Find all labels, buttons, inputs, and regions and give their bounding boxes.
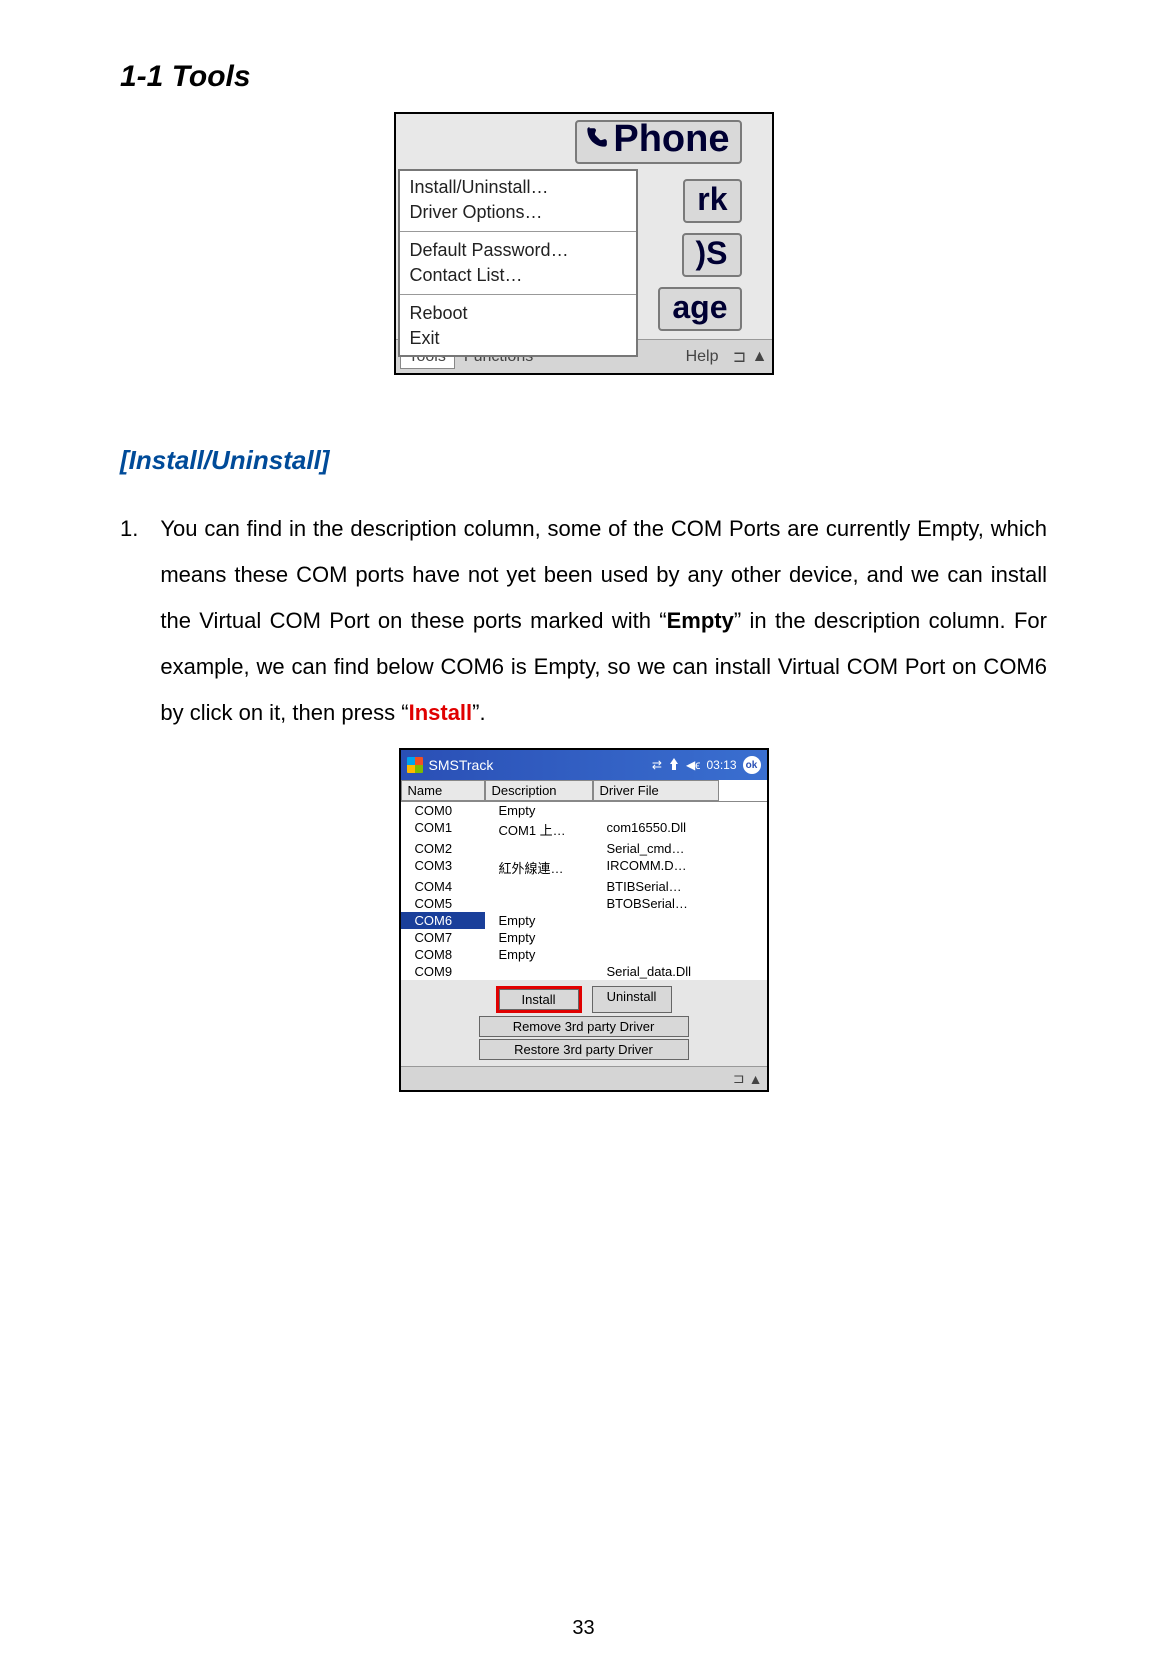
background-tab[interactable]: )S <box>682 233 742 277</box>
button-row: Install Uninstall <box>401 980 767 1015</box>
menu-separator <box>400 231 636 232</box>
emphasis-install: Install <box>409 700 473 725</box>
table-cell: BTIBSerial… <box>593 878 719 895</box>
keyboard-icon[interactable]: ⊐ <box>728 347 752 367</box>
table-cell: com16550.Dll <box>593 819 719 840</box>
table-cell: Empty <box>485 802 593 819</box>
table-body: COM0EmptyCOM1COM1 上…com16550.DllCOM2Seri… <box>401 802 767 980</box>
menu-separator <box>400 294 636 295</box>
remove-3rd-party-button[interactable]: Remove 3rd party Driver <box>479 1016 689 1037</box>
phone-button-label: Phone <box>613 118 729 161</box>
table-cell: COM1 上… <box>485 819 593 840</box>
smstrack-window: SMSTrack ⇄ ◀ϵ 03:13 ok Name Description … <box>399 748 769 1092</box>
speaker-icon: ◀ϵ <box>686 758 701 772</box>
table-cell: COM1 <box>401 819 485 840</box>
up-triangle-icon[interactable]: ▲ <box>749 1071 763 1087</box>
table-cell: COM4 <box>401 878 485 895</box>
install-highlight-box: Install <box>496 986 582 1013</box>
background-tab[interactable]: rk <box>683 179 741 223</box>
menu-item-reboot[interactable]: Reboot <box>400 301 636 326</box>
col-name[interactable]: Name <box>401 780 485 801</box>
up-triangle-icon[interactable]: ▲ <box>752 348 768 366</box>
table-row[interactable]: COM0Empty <box>401 802 767 819</box>
emphasis-empty: Empty <box>667 608 734 633</box>
table-cell <box>485 840 593 857</box>
window-title: SMSTrack <box>429 757 494 773</box>
title-bar: SMSTrack ⇄ ◀ϵ 03:13 ok <box>401 750 767 780</box>
table-row[interactable]: COM9 Serial_data.Dll <box>401 963 767 980</box>
subsection-title: [Install/Uninstall] <box>120 445 1047 476</box>
table-cell: 紅外線連… <box>485 857 593 878</box>
table-row[interactable]: COM6Empty <box>401 912 767 929</box>
table-cell: COM3 <box>401 857 485 878</box>
table-cell: IRCOMM.D… <box>593 857 719 878</box>
paragraph-list-item: 1. You can find in the description colum… <box>120 506 1047 736</box>
table-cell: COM7 <box>401 929 485 946</box>
background-tab[interactable]: age <box>658 287 741 331</box>
phone-header: Phone <box>396 114 772 169</box>
windows-logo-icon <box>407 757 423 773</box>
install-button[interactable]: Install <box>499 989 579 1010</box>
table-cell: BTOBSerial… <box>593 895 719 912</box>
table-cell: COM9 <box>401 963 485 980</box>
table-cell: Serial_data.Dll <box>593 963 719 980</box>
table-row[interactable]: COM2 Serial_cmd… <box>401 840 767 857</box>
signal-icon <box>668 758 680 773</box>
table-cell <box>485 895 593 912</box>
menubar-help[interactable]: Help <box>677 345 728 369</box>
col-driver-file[interactable]: Driver File <box>593 780 719 801</box>
table-cell <box>593 929 719 946</box>
status-icons: ⇄ ◀ϵ 03:13 ok <box>652 756 761 774</box>
table-cell <box>485 878 593 895</box>
table-row[interactable]: COM4 BTIBSerial… <box>401 878 767 895</box>
table-header: Name Description Driver File <box>401 780 767 802</box>
table-row[interactable]: COM5 BTOBSerial… <box>401 895 767 912</box>
table-row[interactable]: COM3紅外線連…IRCOMM.D… <box>401 857 767 878</box>
figure-2: SMSTrack ⇄ ◀ϵ 03:13 ok Name Description … <box>120 748 1047 1092</box>
phone-button[interactable]: Phone <box>575 120 741 164</box>
restore-3rd-party-button[interactable]: Restore 3rd party Driver <box>479 1039 689 1060</box>
menu-item-install-uninstall[interactable]: Install/Uninstall… <box>400 175 636 200</box>
list-number: 1. <box>120 506 138 552</box>
table-cell <box>593 802 719 819</box>
table-cell: Empty <box>485 912 593 929</box>
keyboard-icon[interactable]: ⊐ <box>733 1070 745 1087</box>
menu-item-contact-list[interactable]: Contact List… <box>400 263 636 288</box>
table-cell: COM6 <box>401 912 485 929</box>
menu-item-default-password[interactable]: Default Password… <box>400 238 636 263</box>
connectivity-icon: ⇄ <box>652 758 662 772</box>
section-title: 1-1 Tools <box>120 60 1047 94</box>
bottom-bar: ⊐ ▲ <box>401 1066 767 1090</box>
table-cell <box>593 912 719 929</box>
col-description[interactable]: Description <box>485 780 593 801</box>
table-row[interactable]: COM7Empty <box>401 929 767 946</box>
table-cell: COM5 <box>401 895 485 912</box>
figure-1: Phone Install/Uninstall… Driver Options…… <box>120 112 1047 375</box>
uninstall-button[interactable]: Uninstall <box>592 986 672 1013</box>
tools-dropdown-menu: Install/Uninstall… Driver Options… Defau… <box>398 169 638 357</box>
menu-item-exit[interactable]: Exit <box>400 326 636 351</box>
table-cell <box>485 963 593 980</box>
menu-item-driver-options[interactable]: Driver Options… <box>400 200 636 225</box>
phone-icon <box>583 118 609 161</box>
paragraph-text: You can find in the description column, … <box>160 506 1047 736</box>
table-cell: Serial_cmd… <box>593 840 719 857</box>
table-cell: COM0 <box>401 802 485 819</box>
table-row[interactable]: COM1COM1 上…com16550.Dll <box>401 819 767 840</box>
table-cell: COM8 <box>401 946 485 963</box>
table-cell: COM2 <box>401 840 485 857</box>
table-row[interactable]: COM8Empty <box>401 946 767 963</box>
clock-text: 03:13 <box>706 758 736 772</box>
tools-menu-screenshot: Phone Install/Uninstall… Driver Options…… <box>394 112 774 375</box>
page-number: 33 <box>0 1617 1167 1640</box>
ok-button[interactable]: ok <box>743 756 761 774</box>
table-cell: Empty <box>485 946 593 963</box>
table-cell <box>593 946 719 963</box>
table-cell: Empty <box>485 929 593 946</box>
